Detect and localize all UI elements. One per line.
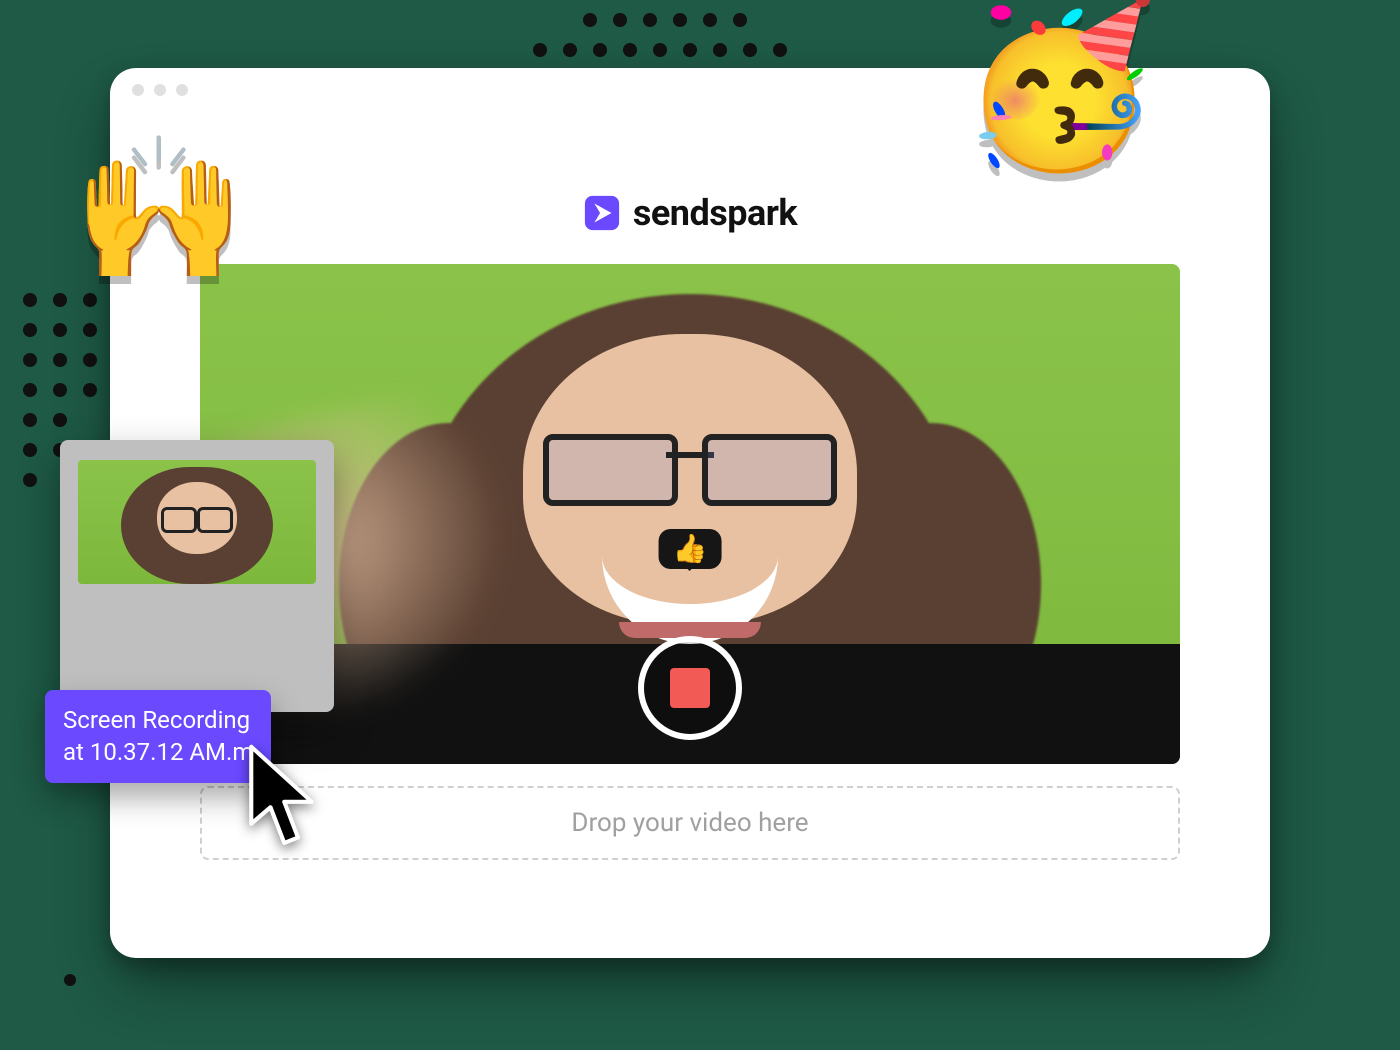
- dragged-file-thumbnail: [78, 460, 316, 584]
- dropzone-label: Drop your video here: [571, 808, 808, 838]
- brand-name: sendspark: [633, 192, 797, 234]
- dragged-file-name-line2: at 10.37.12 AM.m: [63, 736, 253, 768]
- dragged-file-name-label: Screen Recording at 10.37.12 AM.m: [45, 690, 271, 783]
- thumbs-up-tooltip: 👍: [659, 529, 722, 569]
- stop-recording-button[interactable]: [638, 636, 742, 740]
- dragged-file-name-line1: Screen Recording: [63, 704, 253, 736]
- window-control-dot: [132, 84, 144, 96]
- window-control-dot: [176, 84, 188, 96]
- video-preview[interactable]: 👍: [200, 264, 1180, 764]
- decorative-dots-bottom: [60, 960, 1120, 1050]
- raised-hands-emoji-icon: 🙌: [72, 140, 246, 280]
- mouse-cursor-icon: [242, 744, 332, 854]
- video-dropzone[interactable]: Drop your video here: [200, 786, 1180, 860]
- window-control-dot: [154, 84, 166, 96]
- brand-logo-icon: [583, 194, 621, 232]
- thumbs-up-icon: 👍: [673, 532, 708, 565]
- brand-logo: sendspark: [200, 192, 1180, 234]
- party-face-emoji-icon: 🥳: [960, 6, 1159, 166]
- stop-icon: [670, 668, 710, 708]
- dragged-file-card[interactable]: [60, 440, 334, 712]
